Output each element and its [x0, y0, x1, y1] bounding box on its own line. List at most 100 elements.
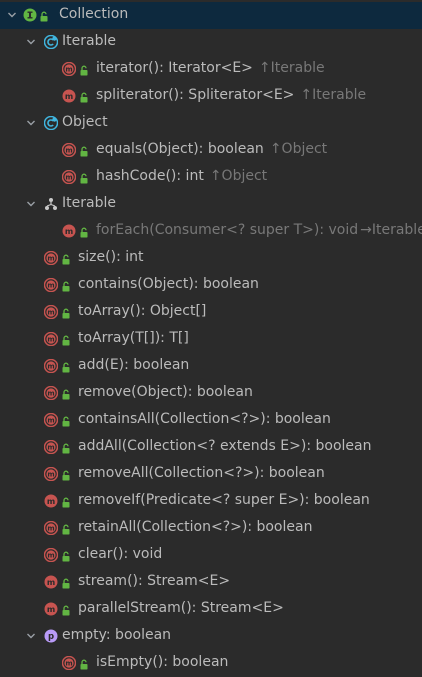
member-label: containsAll (Collection<?>): boolean: [78, 411, 331, 427]
method-spliterator[interactable]: m spliterator (): Spliterator<E> ↑Iterable: [0, 83, 422, 110]
member-name: removeAll: [78, 465, 149, 481]
member-name: containsAll: [78, 411, 155, 427]
member-name: stream: [78, 573, 128, 589]
method-removeAll[interactable]: m removeAll (Collection<?>): boolean: [0, 461, 422, 488]
method-parallelStream[interactable]: m parallelStream (): Stream<E>: [0, 596, 422, 623]
member-signature: (T[]): T[]: [129, 330, 189, 346]
member-signature: (Collection<?>): boolean: [148, 465, 325, 481]
abstract-class-icon: [44, 116, 58, 130]
method-remove[interactable]: m remove (Object): boolean: [0, 380, 422, 407]
inheritance-icon: [44, 197, 58, 211]
member-label: forEach (Consumer<? super T>): void →Itera…: [96, 222, 422, 238]
method-addAll[interactable]: m addAll (Collection<? extends E>): boolea…: [0, 434, 422, 461]
public-lock-icon: [62, 253, 70, 265]
member-label: remove (Object): boolean: [78, 384, 253, 400]
method-retainAll[interactable]: m retainAll (Collection<?>): boolean: [0, 515, 422, 542]
method-removeIf[interactable]: m removeIf (Predicate<? super E>): boolean: [0, 488, 422, 515]
root-label: Collection: [59, 6, 128, 22]
svg-text:m: m: [47, 525, 54, 533]
public-lock-icon: [62, 523, 70, 535]
abstract-method-icon: m: [44, 251, 58, 265]
public-lock-icon: [62, 469, 70, 481]
group-object[interactable]: Object: [0, 110, 422, 137]
public-lock-icon: [62, 307, 70, 319]
member-name: clear: [78, 546, 113, 562]
svg-text:m: m: [65, 66, 72, 74]
member-signature: (Object): boolean: [142, 141, 264, 157]
member-signature: (): int: [105, 249, 144, 265]
member-name: removeIf: [78, 492, 141, 508]
member-name: iterator: [96, 60, 149, 76]
chevron-down-icon[interactable]: [6, 9, 18, 21]
member-signature: (Collection<? extends E>): boolean: [121, 438, 372, 454]
svg-text:m: m: [47, 578, 55, 587]
method-add[interactable]: m add (E): boolean: [0, 353, 422, 380]
member-name: empty: boolean: [62, 627, 172, 643]
public-lock-icon: [40, 10, 48, 22]
member-name: Iterable: [62, 195, 116, 211]
member-label: add (E): boolean: [78, 357, 189, 373]
member-name: hashCode: [96, 168, 166, 184]
chevron-down-icon[interactable]: [25, 630, 37, 642]
property-empty[interactable]: p empty: boolean: [0, 623, 422, 650]
method-iterator[interactable]: m iterator (): Iterator<E> ↑Iterable: [0, 56, 422, 83]
abstract-method-icon: m: [44, 467, 58, 481]
svg-text:m: m: [47, 363, 54, 371]
group-iterable-2[interactable]: Iterable: [0, 191, 422, 218]
method-isEmpty[interactable]: m isEmpty (): boolean: [0, 650, 422, 677]
method-contains[interactable]: m contains (Object): boolean: [0, 272, 422, 299]
member-name: remove: [78, 384, 132, 400]
method-stream[interactable]: m stream (): Stream<E>: [0, 569, 422, 596]
method-containsAll[interactable]: m containsAll (Collection<?>): boolean: [0, 407, 422, 434]
group-iterable-1[interactable]: Iterable: [0, 29, 422, 56]
structure-tree[interactable]: Collection Iterable m iterator (): Iterator<…: [0, 0, 422, 677]
chevron-down-icon[interactable]: [25, 117, 37, 129]
member-signature: (Predicate<? super E>): boolean: [140, 492, 370, 508]
method-toArray[interactable]: m toArray (): Object[]: [0, 299, 422, 326]
svg-text:m: m: [65, 174, 72, 182]
member-signature: (): int: [165, 168, 204, 184]
member-signature: (): boolean: [152, 654, 229, 670]
member-label: isEmpty (): boolean: [96, 654, 228, 670]
svg-text:m: m: [47, 255, 54, 263]
method-hashCode[interactable]: m hashCode (): int ↑Object: [0, 164, 422, 191]
method-toArray[interactable]: m toArray (T[]): T[]: [0, 326, 422, 353]
property-icon: p: [44, 629, 58, 643]
member-label: removeAll (Collection<?>): boolean: [78, 465, 325, 481]
member-signature: (): Stream<E>: [127, 573, 231, 589]
member-name: isEmpty: [96, 654, 153, 670]
member-name: forEach: [96, 222, 150, 238]
member-name: Object: [62, 114, 108, 130]
member-signature: (): Iterator<E>: [148, 60, 253, 76]
public-lock-icon: [80, 145, 88, 157]
member-name: toArray: [78, 303, 130, 319]
member-label: stream (): Stream<E>: [78, 573, 230, 589]
abstract-method-icon: m: [62, 170, 76, 184]
chevron-down-icon[interactable]: [25, 36, 37, 48]
method-clear[interactable]: m clear (): void: [0, 542, 422, 569]
method-equals[interactable]: m equals (Object): boolean ↑Object: [0, 137, 422, 164]
member-origin: ↑Object: [209, 168, 268, 184]
group-label: Iterable: [62, 33, 116, 49]
member-label: spliterator (): Spliterator<E> ↑Iterable: [96, 87, 366, 103]
svg-text:m: m: [47, 390, 54, 398]
method-size[interactable]: m size (): int: [0, 245, 422, 272]
method-icon: m: [62, 89, 76, 103]
method-forEach[interactable]: m forEach (Consumer<? super T>): void →Iter…: [0, 218, 422, 245]
abstract-method-icon: m: [44, 440, 58, 454]
abstract-method-icon: m: [44, 305, 58, 319]
member-signature: (Object): boolean: [137, 276, 259, 292]
abstract-method-icon: m: [44, 521, 58, 535]
member-origin: ↑Iterable: [300, 87, 367, 103]
member-label: toArray (T[]): T[]: [78, 330, 189, 346]
svg-text:m: m: [65, 227, 73, 236]
member-label: clear (): void: [78, 546, 162, 562]
member-label: parallelStream (): Stream<E>: [78, 600, 284, 616]
member-name: spliterator: [96, 87, 169, 103]
tree-root-collection[interactable]: Collection: [0, 2, 422, 29]
public-lock-icon: [62, 334, 70, 346]
public-lock-icon: [80, 64, 88, 76]
member-name: size: [78, 249, 106, 265]
member-name: parallelStream: [78, 600, 181, 616]
chevron-down-icon[interactable]: [25, 198, 37, 210]
